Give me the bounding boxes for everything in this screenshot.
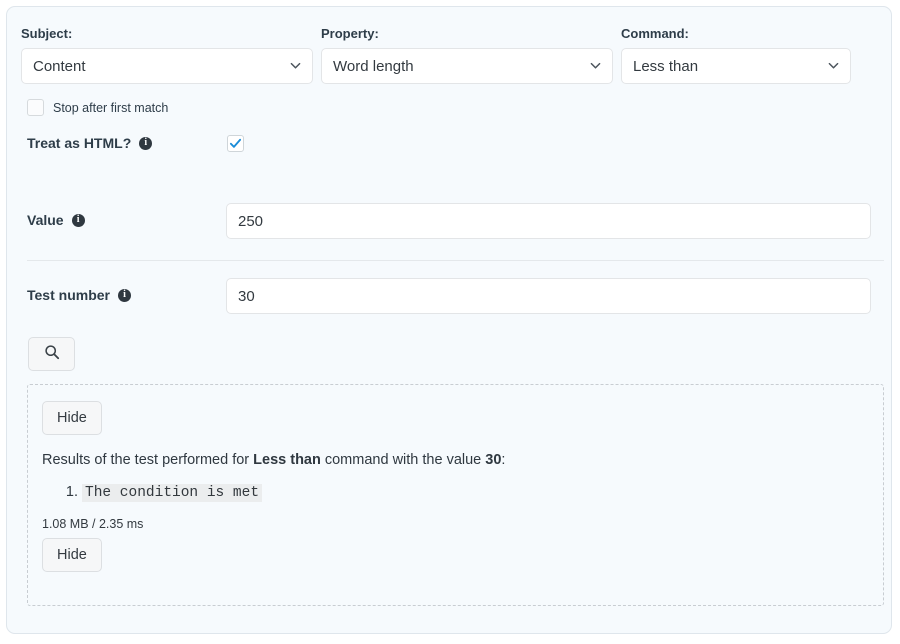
stop-after-first-match-label: Stop after first match xyxy=(53,100,169,115)
treat-as-html-row: Treat as HTML? i xyxy=(27,135,244,152)
value-field-row: Value i xyxy=(27,203,871,239)
value-label: Value xyxy=(27,212,64,228)
test-results-panel: Hide Results of the test performed for L… xyxy=(27,384,884,606)
value-label-group: Value i xyxy=(27,212,85,228)
property-label: Property: xyxy=(321,26,379,41)
test-number-label: Test number xyxy=(27,287,110,303)
subject-select[interactable]: Content xyxy=(21,48,313,85)
hide-results-button-bottom[interactable]: Hide xyxy=(42,538,102,573)
command-label: Command: xyxy=(621,26,689,41)
results-sentence-value: 30 xyxy=(485,452,502,468)
results-list: The condition is met xyxy=(42,483,869,503)
results-sentence-suffix: : xyxy=(501,452,506,468)
test-number-field-row: Test number i xyxy=(27,278,871,314)
info-icon[interactable]: i xyxy=(71,213,85,227)
property-selector-group: Property: Word length xyxy=(321,26,613,85)
hide-results-button-top[interactable]: Hide xyxy=(42,401,102,435)
stop-after-first-match-row: Stop after first match xyxy=(27,99,168,116)
list-item: The condition is met xyxy=(82,483,869,503)
run-test-button[interactable] xyxy=(28,337,75,371)
treat-as-html-checkbox[interactable] xyxy=(227,135,244,152)
property-select-value: Word length xyxy=(333,57,414,75)
rule-editor-panel: Subject: Content Property: Word length C… xyxy=(6,6,892,634)
results-sentence-command: Less than xyxy=(253,452,321,468)
command-select[interactable]: Less than xyxy=(621,48,851,85)
chevron-down-icon xyxy=(290,60,301,71)
subject-label: Subject: xyxy=(21,26,73,41)
search-icon xyxy=(44,344,60,365)
chevron-down-icon xyxy=(590,60,601,71)
results-sentence: Results of the test performed for Less t… xyxy=(42,452,869,469)
subject-select-value: Content xyxy=(33,57,86,75)
result-item-text: The condition is met xyxy=(82,484,263,503)
command-select-value: Less than xyxy=(633,57,699,75)
results-meta: 1.08 MB / 2.35 ms xyxy=(42,517,144,532)
command-selector-group: Command: Less than xyxy=(621,26,851,85)
treat-as-html-label: Treat as HTML? xyxy=(27,135,132,151)
chevron-down-icon xyxy=(828,60,839,71)
section-divider xyxy=(27,260,884,261)
results-sentence-middle: command with the value xyxy=(320,452,486,468)
property-select[interactable]: Word length xyxy=(321,48,613,85)
subject-selector-group: Subject: Content xyxy=(21,26,313,85)
stop-after-first-match-checkbox[interactable] xyxy=(27,99,44,116)
info-icon[interactable]: i xyxy=(117,288,131,302)
info-icon[interactable]: i xyxy=(139,136,153,150)
selector-row: Subject: Content Property: Word length C… xyxy=(7,7,891,85)
results-sentence-prefix: Results of the test performed for xyxy=(42,452,254,468)
test-number-label-group: Test number i xyxy=(27,287,131,303)
test-number-input[interactable] xyxy=(226,278,871,314)
value-input[interactable] xyxy=(226,203,871,239)
